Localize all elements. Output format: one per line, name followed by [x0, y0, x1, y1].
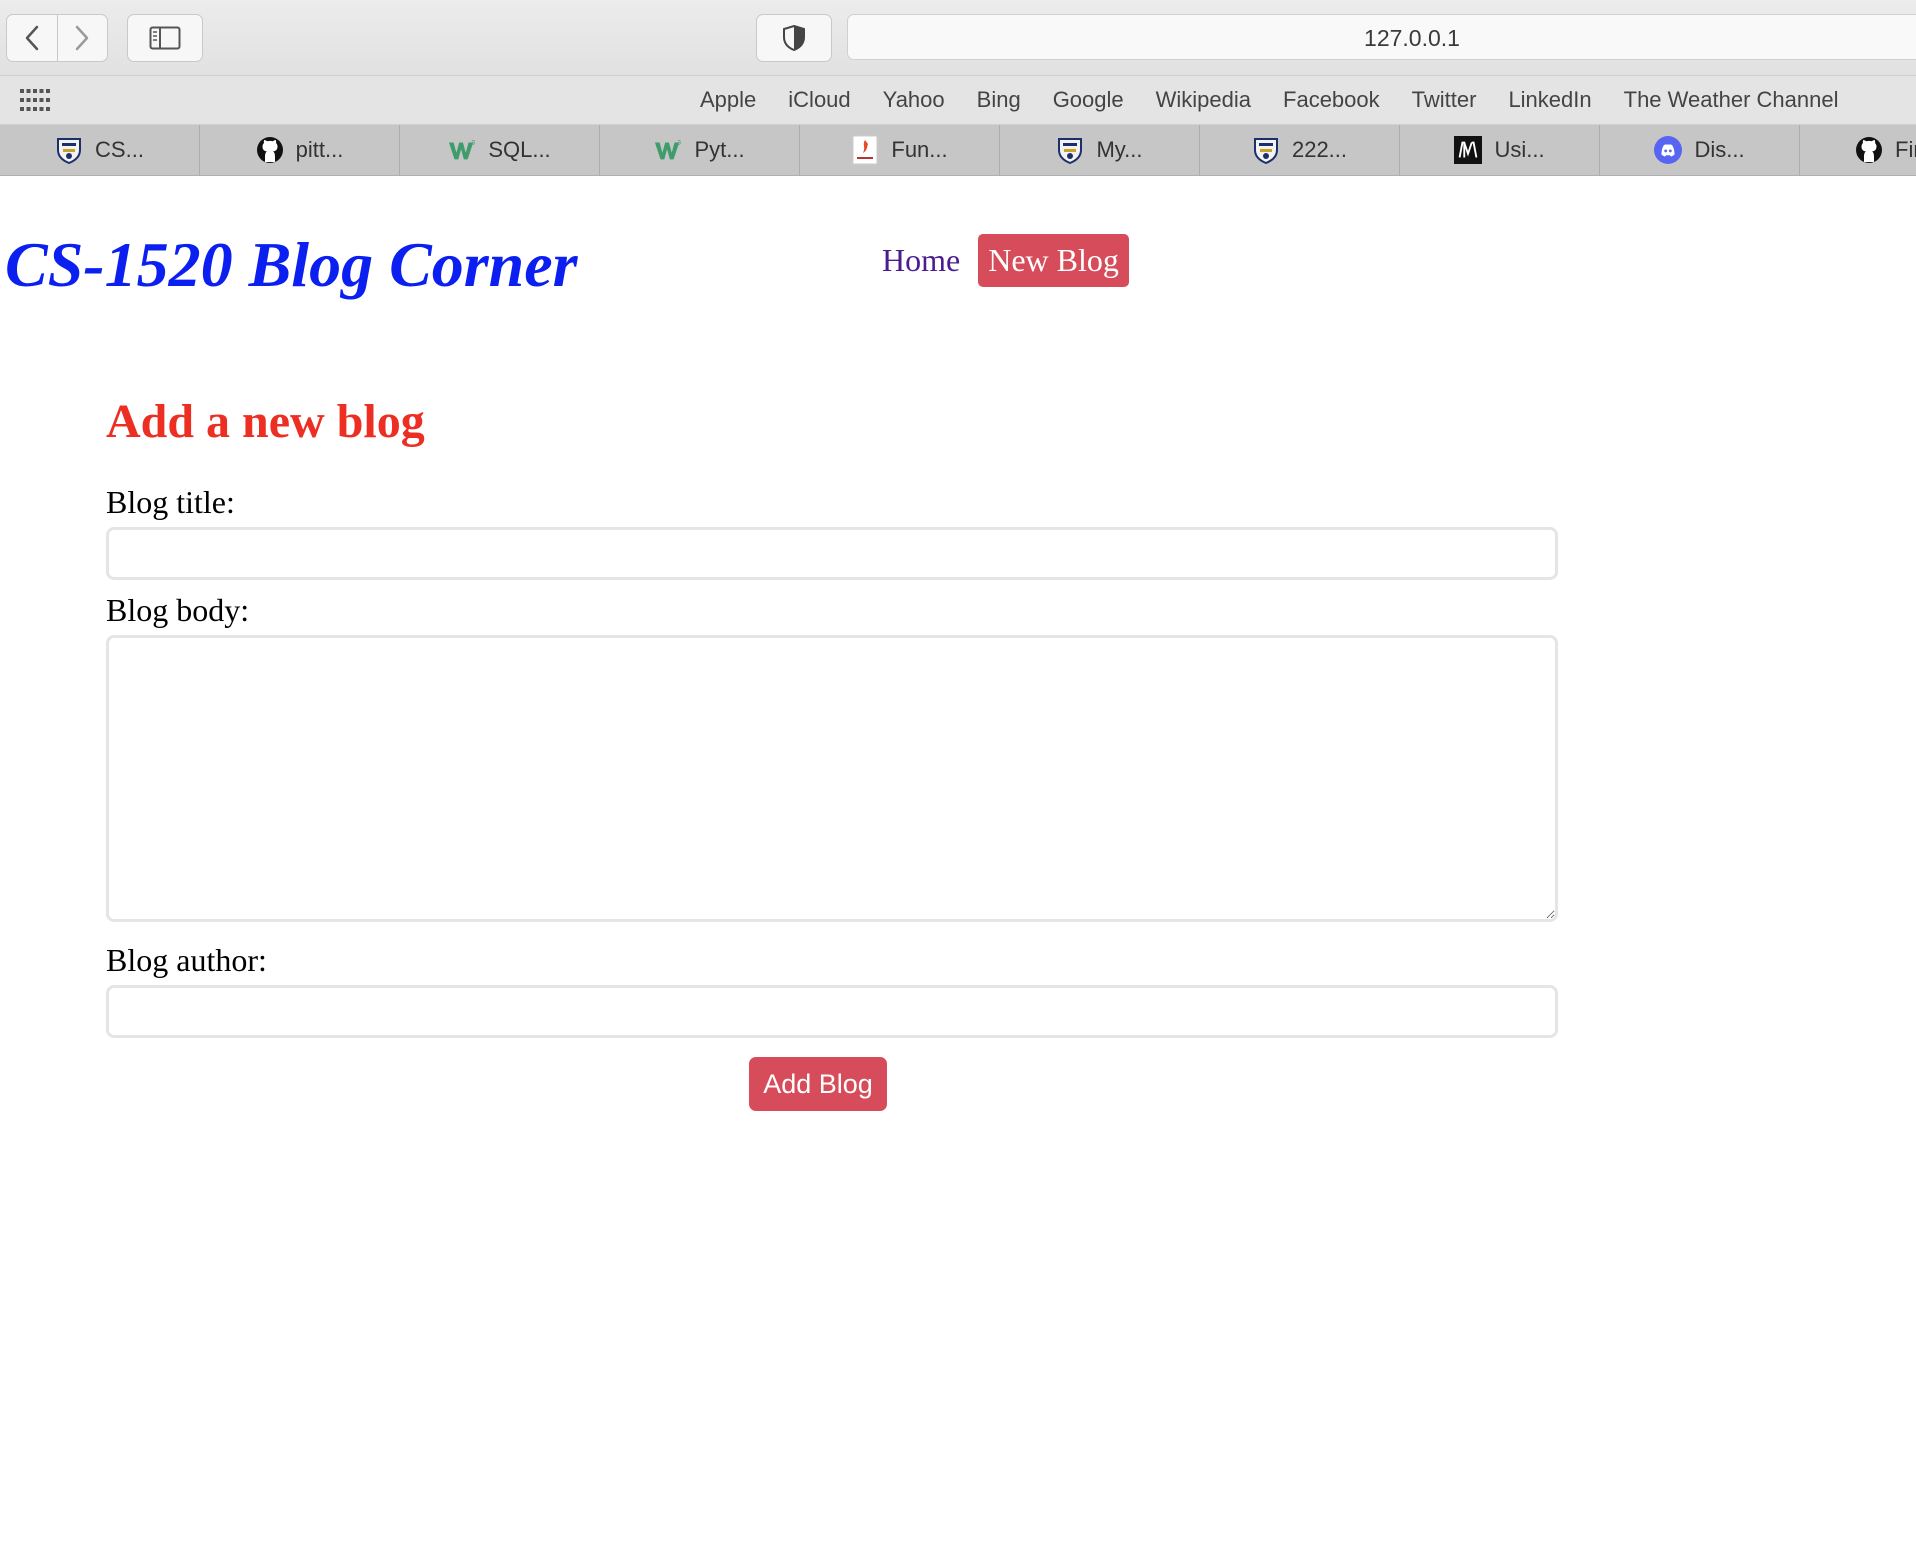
- history-nav-group: [6, 14, 108, 62]
- blog-title-label: Blog title:: [106, 484, 235, 520]
- tab-9[interactable]: Dis...: [1600, 125, 1800, 175]
- favorite-weather-channel[interactable]: The Weather Channel: [1624, 87, 1839, 113]
- blog-title-input[interactable]: [106, 527, 1558, 580]
- university-shield-icon: [1252, 136, 1280, 164]
- medium-icon: [1454, 136, 1483, 164]
- blog-author-input[interactable]: [106, 985, 1558, 1038]
- favorite-facebook[interactable]: Facebook: [1283, 87, 1380, 113]
- tab-2[interactable]: pitt...: [200, 125, 400, 175]
- tab-label: My...: [1096, 137, 1143, 162]
- chevron-left-icon: [25, 25, 38, 51]
- tab-label: Fin...: [1895, 137, 1916, 162]
- shield-icon: [783, 24, 805, 52]
- svg-text:3: 3: [472, 139, 476, 146]
- favorite-wikipedia[interactable]: Wikipedia: [1156, 87, 1251, 113]
- tab-1[interactable]: CS...: [0, 125, 200, 175]
- site-title: CS-1520 Blog Corner: [5, 229, 578, 300]
- tab-10[interactable]: Fin...: [1800, 125, 1916, 175]
- add-blog-button[interactable]: Add Blog: [749, 1057, 887, 1111]
- sidebar-icon: [149, 26, 181, 50]
- tab-8[interactable]: Usi...: [1400, 125, 1600, 175]
- favorite-twitter[interactable]: Twitter: [1412, 87, 1477, 113]
- favorite-apple[interactable]: Apple: [700, 87, 756, 113]
- github-icon: [256, 136, 284, 164]
- tab-6[interactable]: My...: [1000, 125, 1200, 175]
- chevron-right-icon: [76, 25, 89, 51]
- tab-label: Fun...: [891, 137, 948, 162]
- tab-label: Dis...: [1694, 137, 1745, 162]
- favorite-google[interactable]: Google: [1053, 87, 1124, 113]
- discord-icon: [1654, 136, 1683, 164]
- forward-button[interactable]: [56, 15, 108, 61]
- tab-label: CS...: [95, 137, 144, 162]
- tab-label: SQL...: [488, 137, 551, 162]
- tabs-bar: CS... pitt... 3 SQL... 3 Pyt... Fun... M…: [0, 125, 1916, 176]
- tab-label: pitt...: [295, 137, 344, 162]
- favorite-icloud[interactable]: iCloud: [788, 87, 850, 113]
- address-text: 127.0.0.1: [1364, 25, 1460, 51]
- tab-label: 222...: [1291, 137, 1348, 162]
- form-heading: Add a new blog: [106, 395, 425, 448]
- site-nav: Home New Blog: [882, 234, 1129, 287]
- back-button[interactable]: [7, 15, 57, 61]
- browser-toolbar: 127.0.0.1: [0, 0, 1916, 76]
- favorite-linkedin[interactable]: LinkedIn: [1508, 87, 1591, 113]
- tab-7[interactable]: 222...: [1200, 125, 1400, 175]
- tab-label: Usi...: [1494, 137, 1545, 162]
- tab-4[interactable]: 3 Pyt...: [600, 125, 800, 175]
- sidebar-toggle-button[interactable]: [127, 14, 203, 62]
- w3schools-icon: 3: [448, 136, 476, 164]
- tab-3[interactable]: 3 SQL...: [400, 125, 600, 175]
- nav-new-blog-link[interactable]: New Blog: [978, 234, 1129, 287]
- tab-5[interactable]: Fun...: [800, 125, 1000, 175]
- blog-body-textarea[interactable]: [106, 635, 1558, 922]
- github-icon: [1855, 136, 1883, 164]
- favorites-list: Apple iCloud Yahoo Bing Google Wikipedia…: [700, 76, 1870, 124]
- favorite-yahoo[interactable]: Yahoo: [883, 87, 945, 113]
- address-bar[interactable]: 127.0.0.1: [847, 14, 1916, 60]
- university-shield-icon: [55, 136, 83, 164]
- apps-grid-icon[interactable]: [20, 89, 50, 111]
- w3schools-icon: 3: [654, 136, 682, 164]
- nav-home-link[interactable]: Home: [882, 242, 960, 279]
- blog-author-label: Blog author:: [106, 942, 267, 978]
- tab-label: Pyt...: [694, 137, 745, 162]
- svg-text:3: 3: [678, 139, 682, 146]
- favorite-bing[interactable]: Bing: [977, 87, 1021, 113]
- book-cover-icon: [851, 135, 879, 165]
- privacy-report-button[interactable]: [756, 14, 832, 62]
- university-shield-icon: [1056, 136, 1084, 164]
- favorites-bar: Apple iCloud Yahoo Bing Google Wikipedia…: [0, 76, 1916, 125]
- blog-body-label: Blog body:: [106, 592, 250, 628]
